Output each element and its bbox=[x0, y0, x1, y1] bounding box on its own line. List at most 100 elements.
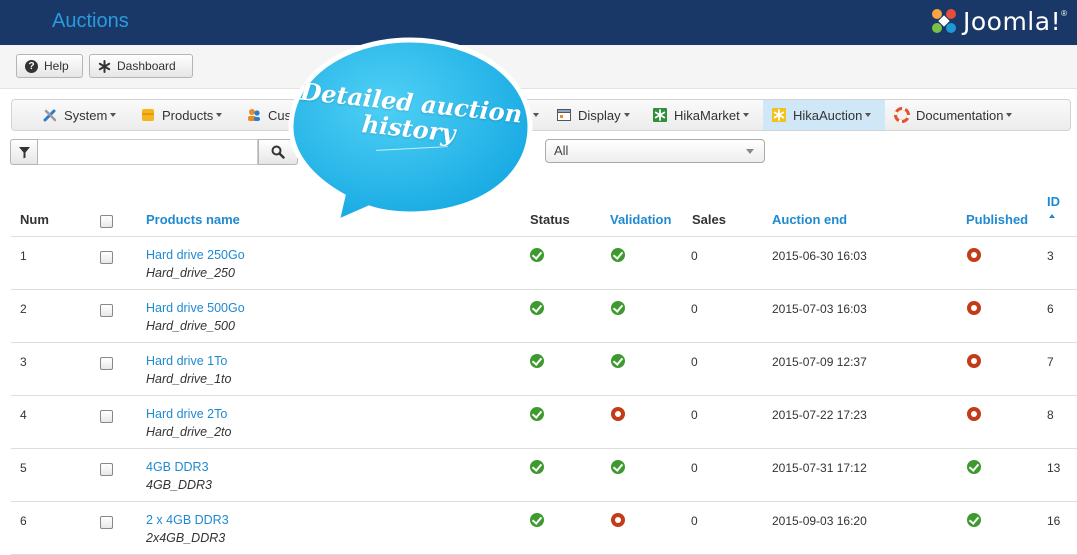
status-check-icon[interactable] bbox=[530, 513, 544, 527]
page-title: Auctions bbox=[52, 10, 129, 32]
product-name-link[interactable]: Hard drive 500Go bbox=[146, 301, 245, 315]
dashboard-label: Dashboard bbox=[117, 59, 176, 73]
table-row: 1 Hard drive 250Go Hard_drive_250 0 2015-06-… bbox=[11, 237, 1077, 290]
display-icon bbox=[557, 109, 571, 121]
validation-check-icon[interactable] bbox=[611, 248, 625, 262]
column-header-products-name[interactable]: Products name bbox=[146, 212, 240, 227]
status-check-icon[interactable] bbox=[530, 354, 544, 368]
lifebuoy-icon bbox=[894, 107, 910, 123]
column-header-published[interactable]: Published bbox=[966, 212, 1028, 227]
row-id: 16 bbox=[1047, 514, 1061, 528]
callout-underline bbox=[376, 146, 448, 151]
column-header-num: Num bbox=[20, 212, 49, 227]
chevron-down-icon bbox=[865, 113, 872, 117]
published-unpublished-icon[interactable] bbox=[967, 407, 981, 421]
row-id: 3 bbox=[1047, 249, 1054, 263]
column-header-sales: Sales bbox=[692, 212, 726, 227]
sort-ascending-icon bbox=[1049, 214, 1055, 218]
help-button[interactable]: ? Help bbox=[16, 54, 83, 78]
auction-end-date: 2015-07-03 16:03 bbox=[772, 302, 867, 316]
chevron-down-icon bbox=[216, 113, 223, 117]
table-row: 6 2 x 4GB DDR3 2x4GB_DDR3 0 2015-09-03 16:20… bbox=[11, 502, 1077, 555]
select-all-checkbox[interactable] bbox=[100, 215, 113, 228]
status-check-icon[interactable] bbox=[530, 301, 544, 315]
registered-mark: ® bbox=[1061, 9, 1067, 18]
product-name-link[interactable]: 2 x 4GB DDR3 bbox=[146, 513, 229, 527]
product-code: 2x4GB_DDR3 bbox=[146, 531, 226, 545]
row-checkbox[interactable] bbox=[100, 410, 113, 423]
published-unpublished-icon[interactable] bbox=[967, 301, 981, 315]
row-id: 6 bbox=[1047, 302, 1054, 316]
menu-item-hikamarket[interactable]: HikaMarket bbox=[644, 100, 757, 130]
product-name-link[interactable]: Hard drive 2To bbox=[146, 407, 227, 421]
row-checkbox[interactable] bbox=[100, 463, 113, 476]
status-check-icon[interactable] bbox=[530, 460, 544, 474]
validation-unpublished-icon[interactable] bbox=[611, 513, 625, 527]
row-checkbox[interactable] bbox=[100, 516, 113, 529]
row-num: 4 bbox=[20, 408, 27, 422]
hikamarket-icon bbox=[653, 108, 667, 122]
chevron-down-icon bbox=[1006, 113, 1013, 117]
status-check-icon[interactable] bbox=[530, 248, 544, 262]
logo-text: Joomla! bbox=[962, 6, 1062, 36]
dashboard-button[interactable]: Dashboard bbox=[89, 54, 193, 78]
auction-end-date: 2015-07-31 17:12 bbox=[772, 461, 867, 475]
row-checkbox[interactable] bbox=[100, 251, 113, 264]
status-check-icon[interactable] bbox=[530, 407, 544, 421]
search-button[interactable] bbox=[258, 139, 298, 165]
row-id: 8 bbox=[1047, 408, 1054, 422]
row-checkbox[interactable] bbox=[100, 357, 113, 370]
row-num: 3 bbox=[20, 355, 27, 369]
product-name-link[interactable]: Hard drive 250Go bbox=[146, 248, 245, 262]
filter-button[interactable] bbox=[10, 139, 38, 165]
validation-check-icon[interactable] bbox=[611, 301, 625, 315]
column-header-id[interactable]: ID bbox=[1047, 194, 1060, 218]
published-unpublished-icon[interactable] bbox=[967, 354, 981, 368]
row-id: 7 bbox=[1047, 355, 1054, 369]
product-code: Hard_drive_250 bbox=[146, 266, 235, 280]
table-row: 4 Hard drive 2To Hard_drive_2to 0 2015-07-22… bbox=[11, 396, 1077, 449]
callout-text: Detailed auction history bbox=[299, 76, 524, 148]
products-icon bbox=[142, 109, 154, 121]
filter-select[interactable]: All bbox=[545, 139, 765, 163]
sales-count: 0 bbox=[691, 355, 698, 369]
tools-icon bbox=[43, 109, 57, 122]
sales-count: 0 bbox=[691, 514, 698, 528]
validation-check-icon[interactable] bbox=[611, 354, 625, 368]
product-code: Hard_drive_500 bbox=[146, 319, 235, 333]
published-check-icon[interactable] bbox=[967, 460, 981, 474]
product-name-link[interactable]: 4GB DDR3 bbox=[146, 460, 209, 474]
menu-item-products[interactable]: Products bbox=[132, 100, 230, 130]
validation-check-icon[interactable] bbox=[611, 460, 625, 474]
customers-icon bbox=[248, 109, 260, 121]
auction-end-date: 2015-09-03 16:20 bbox=[772, 514, 867, 528]
row-num: 6 bbox=[20, 514, 27, 528]
menu-item-hikaauction[interactable]: HikaAuction bbox=[763, 100, 885, 130]
product-code: Hard_drive_2to bbox=[146, 425, 232, 439]
table-row: 2 Hard drive 500Go Hard_drive_500 0 2015-07-… bbox=[11, 290, 1077, 343]
row-num: 1 bbox=[20, 249, 27, 263]
published-unpublished-icon[interactable] bbox=[967, 248, 981, 262]
search-input[interactable] bbox=[38, 139, 258, 165]
validation-unpublished-icon[interactable] bbox=[611, 407, 625, 421]
row-checkbox[interactable] bbox=[100, 304, 113, 317]
menu-item-system[interactable]: System bbox=[34, 100, 124, 130]
product-code: 4GB_DDR3 bbox=[146, 478, 212, 492]
joomla-icon bbox=[931, 9, 956, 33]
chevron-down-icon bbox=[110, 113, 117, 117]
help-icon: ? bbox=[25, 59, 38, 73]
column-header-status: Status bbox=[530, 212, 570, 227]
menu-item-documentation[interactable]: Documentation bbox=[886, 100, 1020, 130]
auction-end-date: 2015-07-09 12:37 bbox=[772, 355, 867, 369]
table-row: 3 Hard drive 1To Hard_drive_1to 0 2015-07-09… bbox=[11, 343, 1077, 396]
product-name-link[interactable]: Hard drive 1To bbox=[146, 354, 227, 368]
help-label: Help bbox=[44, 59, 69, 73]
column-header-auction-end[interactable]: Auction end bbox=[772, 212, 847, 227]
sales-count: 0 bbox=[691, 408, 698, 422]
sales-count: 0 bbox=[691, 461, 698, 475]
published-check-icon[interactable] bbox=[967, 513, 981, 527]
joomla-logo[interactable]: Joomla! ® bbox=[929, 3, 1067, 39]
column-header-validation[interactable]: Validation bbox=[610, 212, 671, 227]
menu-item-display[interactable]: Display bbox=[548, 100, 638, 130]
chevron-down-icon bbox=[533, 113, 539, 117]
